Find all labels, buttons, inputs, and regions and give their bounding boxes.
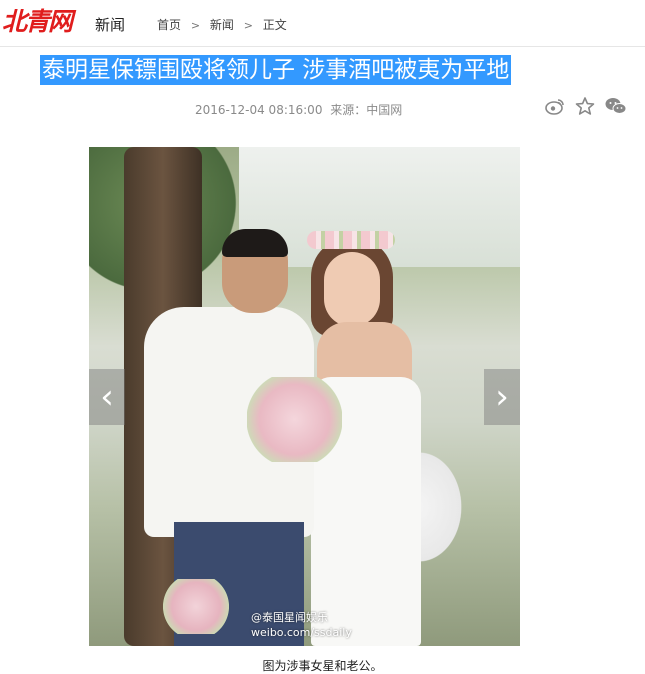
watermark-line-2: weibo.com/ssdaily — [251, 626, 352, 639]
breadcrumb-home[interactable]: 首页 — [157, 18, 181, 32]
channel-name[interactable]: 新闻 — [95, 14, 125, 35]
star-icon[interactable] — [575, 97, 595, 115]
wechat-icon[interactable] — [605, 97, 627, 115]
article-meta: 2016-12-04 08:16:00 来源：中国网 — [195, 101, 406, 118]
photo-man-hair — [222, 229, 288, 257]
weibo-icon[interactable] — [545, 97, 565, 115]
article-photo: ‹ › @泰国星闻娱乐 weibo.com/ssdaily — [89, 147, 520, 646]
photo-caption: 图为涉事女星和老公。 — [262, 659, 383, 673]
breadcrumb-current: 正文 — [262, 18, 287, 32]
share-bar — [545, 97, 627, 115]
photo-bouquet — [247, 377, 342, 462]
breadcrumb-news[interactable]: 新闻 — [210, 18, 234, 32]
photo-small-bouquet — [162, 579, 230, 634]
watermark-line-1: @泰国星闻娱乐 — [251, 611, 328, 624]
breadcrumb: 首页 > 新闻 > 正文 — [157, 16, 293, 33]
photo-woman-face — [324, 252, 380, 327]
breadcrumb-separator: > — [190, 19, 201, 32]
breadcrumb-separator: > — [243, 19, 253, 32]
photo-flower-crown — [307, 231, 395, 249]
site-header: 北青网 新闻 首页 > 新闻 > 正文 — [0, 0, 645, 47]
gallery-next-button[interactable]: › — [484, 369, 520, 425]
article-datetime: 2016-12-04 08:16:00 — [195, 103, 323, 117]
gallery-prev-button[interactable]: ‹ — [89, 369, 125, 425]
photo-watermark: @泰国星闻娱乐 weibo.com/ssdaily — [251, 610, 352, 640]
article-title: 泰明星保镖围殴将领儿子 涉事酒吧被夷为平地 — [40, 55, 512, 85]
article-source: 来源：中国网 — [330, 103, 403, 117]
site-logo[interactable]: 北青网 — [2, 2, 73, 38]
